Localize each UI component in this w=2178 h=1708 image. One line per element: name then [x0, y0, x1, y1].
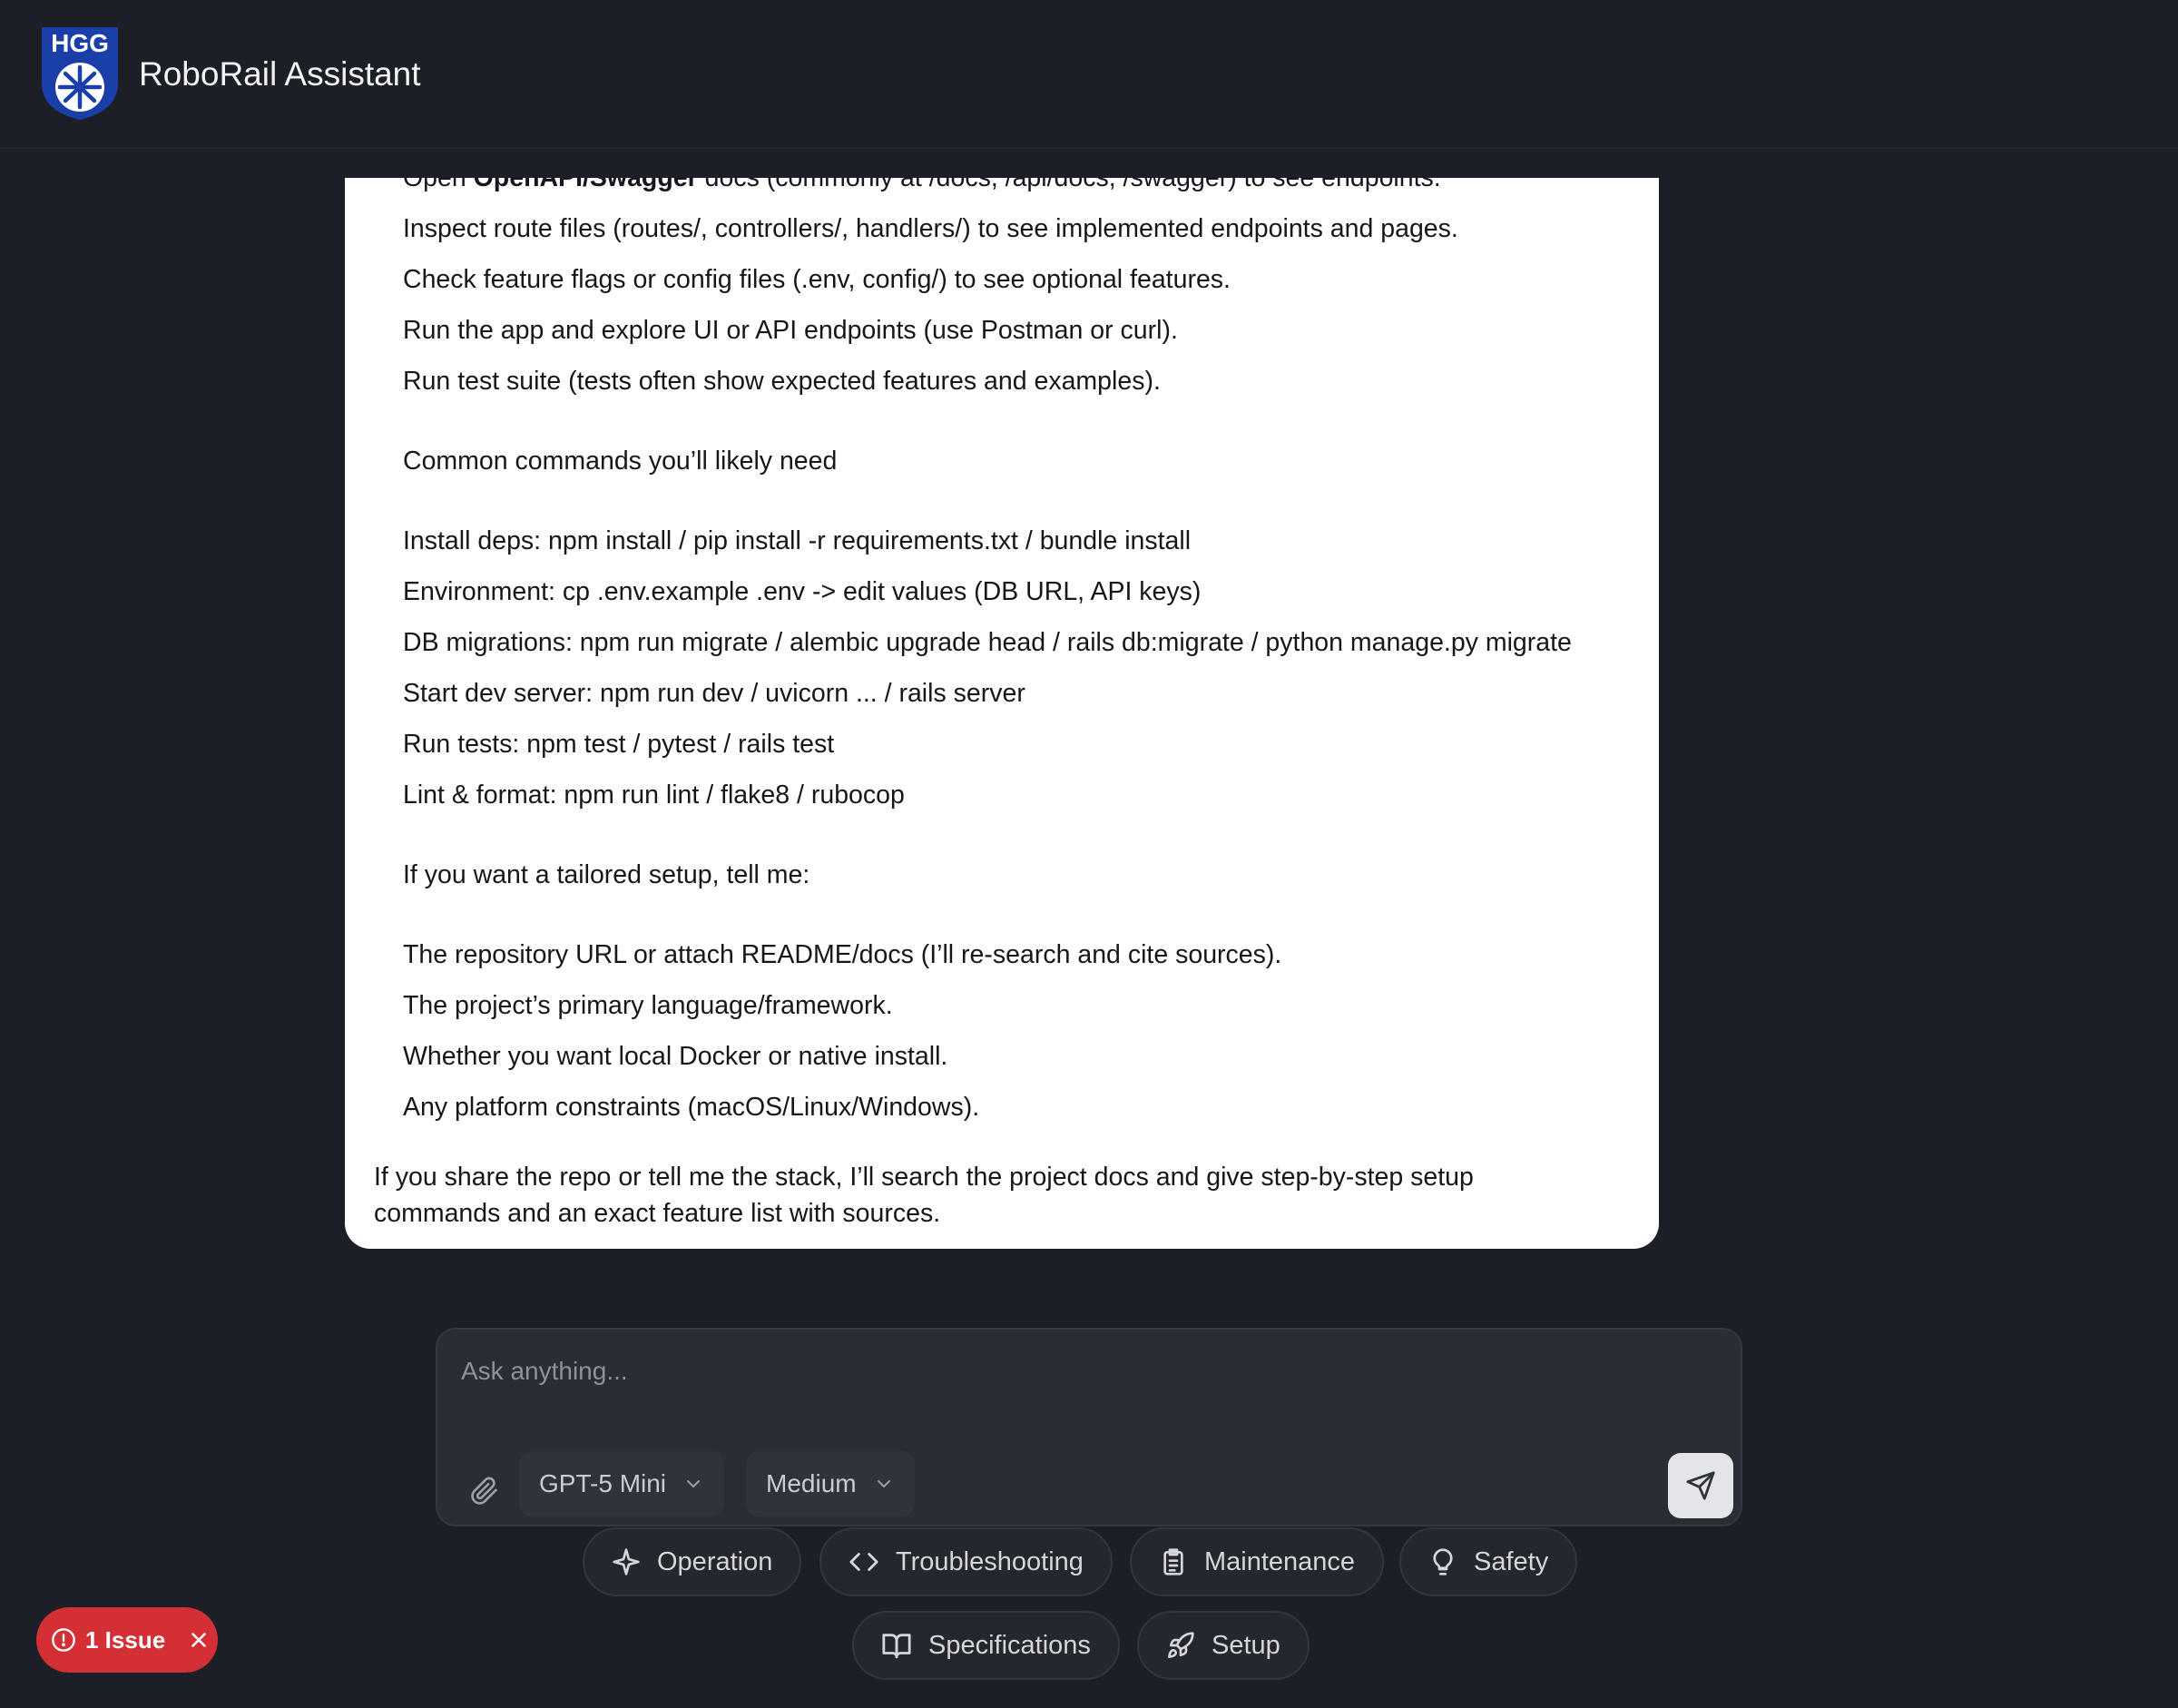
chip-label: Setup: [1212, 1630, 1280, 1660]
svg-text:HGG: HGG: [51, 29, 109, 57]
list-item: Inspect route files (routes/, controller…: [403, 214, 1458, 243]
model-select[interactable]: GPT-5 Mini: [519, 1451, 725, 1517]
list-item: Whether you want local Docker or native …: [403, 1042, 948, 1071]
quick-action-setup[interactable]: Setup: [1137, 1611, 1310, 1680]
hgg-logo: HGG: [42, 27, 118, 120]
app-title: RoboRail Assistant: [139, 55, 421, 93]
closing-paragraph: If you share the repo or tell me the sta…: [374, 1163, 1474, 1228]
quick-action-operation[interactable]: Operation: [583, 1527, 802, 1596]
alert-circle-icon: [52, 1628, 75, 1652]
chevron-down-icon: [877, 1480, 890, 1487]
issue-badge[interactable]: 1 Issue: [36, 1607, 218, 1673]
chip-label: Maintenance: [1204, 1546, 1356, 1576]
effort-select-label: Medium: [766, 1469, 857, 1497]
list-item: Install deps: npm install / pip install …: [403, 526, 1192, 555]
lightbulb-icon: [1433, 1548, 1453, 1575]
model-select-label: GPT-5 Mini: [539, 1469, 667, 1497]
list-item: DB migrations: npm run migrate / alembic…: [403, 628, 1572, 657]
chevron-down-icon: [687, 1480, 701, 1487]
clipboard-icon: [1163, 1548, 1183, 1575]
list-item: Run test suite (tests often show expecte…: [403, 367, 1161, 396]
rocket-icon: [1168, 1632, 1194, 1658]
app-header: HGG RoboRail Assistant: [0, 0, 2178, 149]
section-heading: If you want a tailored setup, tell me:: [403, 860, 810, 889]
effort-select[interactable]: Medium: [746, 1451, 915, 1517]
list-item: Environment: cp .env.example .env -> edi…: [403, 577, 1202, 606]
list-item: Lint & format: npm run lint / flake8 / r…: [403, 780, 905, 810]
close-icon[interactable]: [187, 1628, 211, 1652]
list-item: Any platform constraints (macOS/Linux/Wi…: [403, 1093, 980, 1122]
list-item: Run the app and explore UI or API endpoi…: [403, 316, 1178, 345]
list-item: Open OpenAPI/Swagger docs (commonly at /…: [403, 178, 1441, 192]
quick-action-specifications[interactable]: Specifications: [852, 1611, 1120, 1680]
code-icon: [849, 1553, 878, 1571]
paperclip-icon[interactable]: [465, 1471, 505, 1511]
quick-action-troubleshooting[interactable]: Troubleshooting: [819, 1527, 1113, 1596]
book-icon: [882, 1634, 911, 1659]
section-heading: Common commands you’ll likely need: [403, 447, 838, 476]
quick-action-maintenance[interactable]: Maintenance: [1130, 1527, 1385, 1596]
assistant-message: Open OpenAPI/Swagger docs (commonly at /…: [345, 178, 1659, 1249]
chip-label: Safety: [1474, 1546, 1549, 1576]
quick-action-safety[interactable]: Safety: [1399, 1527, 1578, 1596]
list-item: The repository URL or attach README/docs…: [403, 940, 1282, 969]
chip-label: Troubleshooting: [896, 1546, 1084, 1576]
chip-label: Operation: [657, 1546, 773, 1576]
issue-badge-label: 1 Issue: [85, 1625, 166, 1654]
sparkle-icon: [613, 1548, 640, 1575]
chat-input[interactable]: [459, 1344, 1712, 1399]
list-item: The project’s primary language/framework…: [403, 991, 893, 1020]
list-item: Start dev server: npm run dev / uvicorn …: [403, 679, 1025, 708]
list-item: Run tests: npm test / pytest / rails tes…: [403, 730, 835, 759]
chat-composer: GPT-5 Mini Medium: [436, 1328, 1742, 1526]
chip-label: Specifications: [928, 1630, 1091, 1660]
list-item: Check feature flags or config files (.en…: [403, 265, 1231, 294]
send-button[interactable]: [1668, 1453, 1733, 1518]
send-icon: [1686, 1471, 1715, 1500]
